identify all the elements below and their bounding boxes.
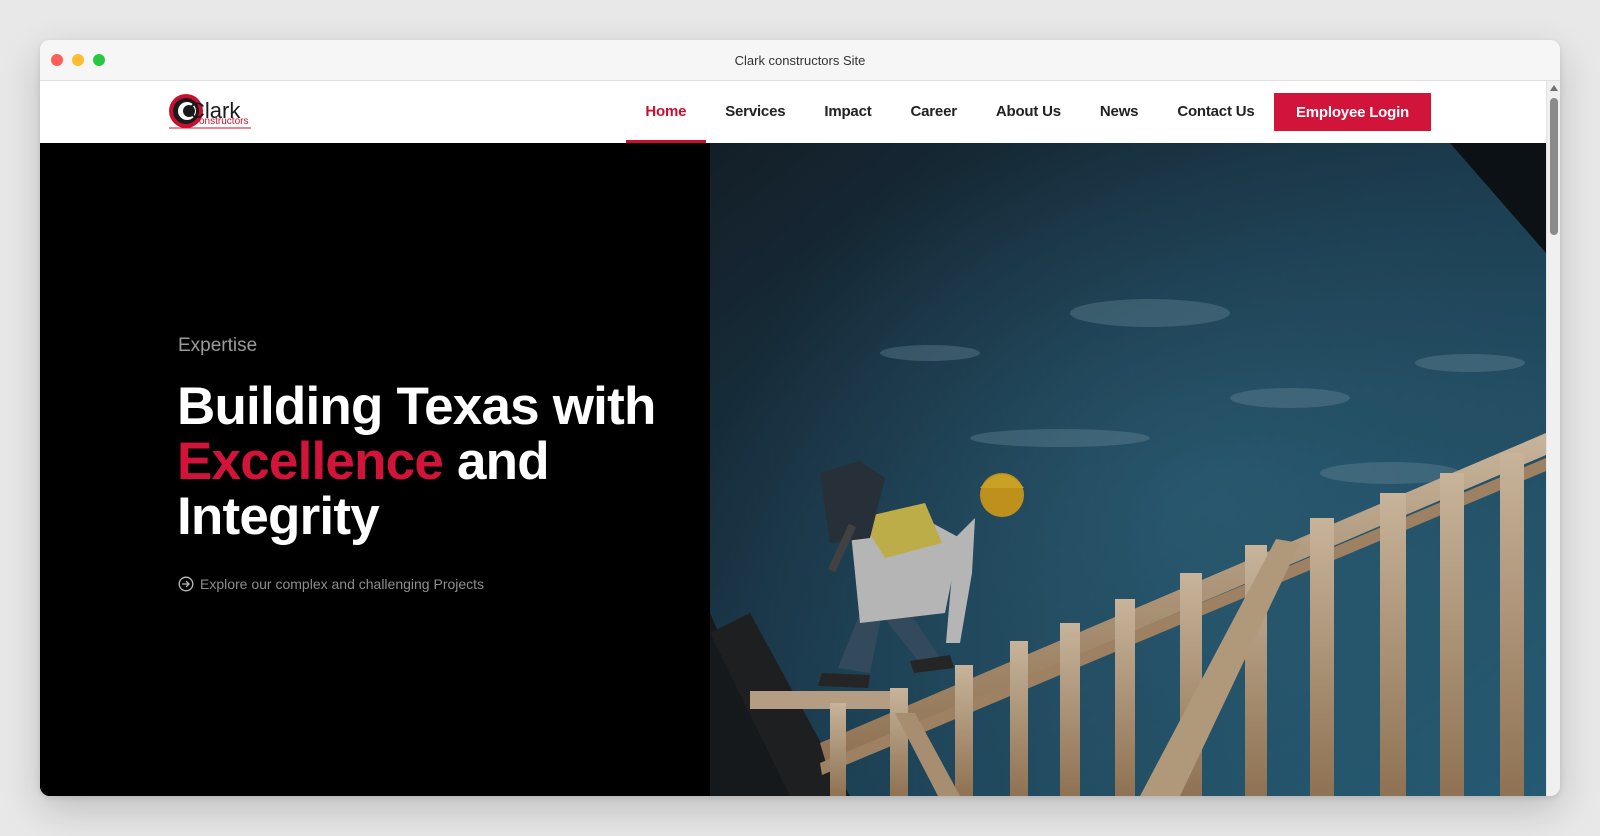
- nav-career[interactable]: Career: [891, 81, 976, 143]
- maximize-window-button[interactable]: [93, 54, 105, 66]
- nav-impact-label: Impact: [824, 102, 872, 120]
- headline-line-3: Integrity: [177, 487, 380, 546]
- hero-eyebrow: Expertise: [178, 335, 258, 356]
- nav-news[interactable]: News: [1080, 81, 1157, 143]
- employee-login-button[interactable]: Employee Login: [1274, 93, 1431, 131]
- page-viewport: Clark onstructors Home Services Impact C…: [40, 81, 1560, 796]
- explore-projects-link[interactable]: Explore our complex and challenging Proj…: [178, 576, 484, 592]
- explore-projects-label: Explore our complex and challenging Proj…: [200, 576, 485, 592]
- hero-section: Expertise Building Texas with Excellence…: [40, 143, 1546, 796]
- site-logo[interactable]: Clark onstructors: [167, 90, 257, 132]
- title-bar: Clark constructors Site: [40, 40, 1560, 81]
- main-menu: Home Services Impact Career About Us New…: [625, 81, 1431, 143]
- headline-accent: Excellence: [177, 432, 444, 491]
- arrow-circle-right-icon: [178, 576, 194, 592]
- construction-worker-photo: [710, 143, 1546, 796]
- nav-home-label: Home: [645, 102, 687, 120]
- scrollbar-thumb[interactable]: [1550, 98, 1558, 235]
- nav-about-us[interactable]: About Us: [976, 81, 1080, 143]
- page-scrollbar[interactable]: [1546, 81, 1560, 796]
- headline-and: and: [443, 432, 550, 491]
- logo-text-sub: onstructors: [199, 116, 248, 127]
- hero-image: [710, 143, 1546, 796]
- hero-text-panel: Expertise Building Texas with Excellence…: [40, 143, 710, 796]
- minimize-window-button[interactable]: [72, 54, 84, 66]
- nav-contact-us-label: Contact Us: [1177, 102, 1255, 120]
- nav-career-label: Career: [910, 102, 958, 120]
- window-title: Clark constructors Site: [734, 52, 866, 68]
- nav-home[interactable]: Home: [625, 81, 706, 143]
- nav-news-label: News: [1099, 102, 1139, 120]
- hero-headline: Building Texas with Excellence and Integ…: [177, 379, 697, 544]
- window-controls: [51, 54, 105, 66]
- nav-services[interactable]: Services: [706, 81, 805, 143]
- scroll-up-arrow-icon[interactable]: [1550, 85, 1558, 91]
- headline-line-1: Building Texas with: [177, 377, 656, 436]
- site-header: Clark onstructors Home Services Impact C…: [40, 81, 1546, 143]
- nav-impact[interactable]: Impact: [805, 81, 891, 143]
- clark-logo-icon: Clark onstructors: [169, 94, 251, 129]
- close-window-button[interactable]: [51, 54, 63, 66]
- browser-window: Clark constructors Site Clark onstructor…: [40, 40, 1560, 796]
- nav-about-us-label: About Us: [995, 102, 1061, 120]
- nav-contact-us[interactable]: Contact Us: [1158, 81, 1274, 143]
- nav-services-label: Services: [725, 102, 786, 120]
